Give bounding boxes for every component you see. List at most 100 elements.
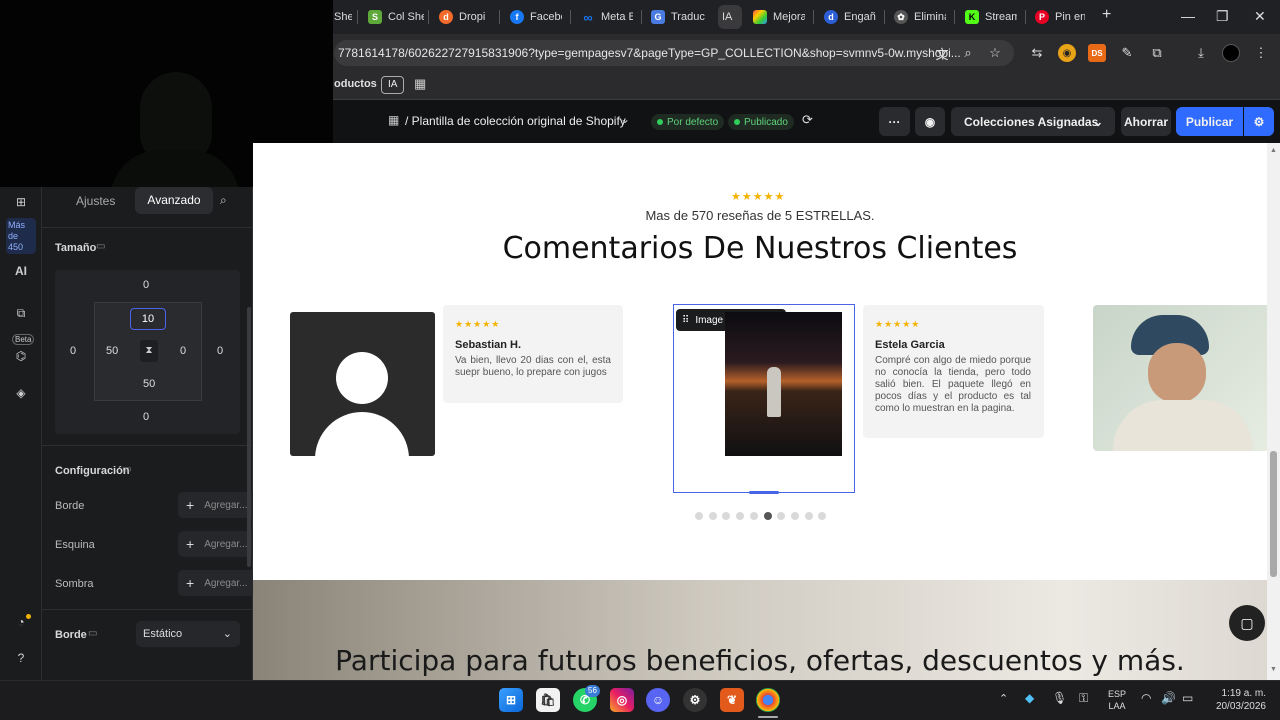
- browser-tab[interactable]: f Facebo: [510, 5, 562, 29]
- carousel-dot[interactable]: [736, 512, 745, 520]
- restore-icon[interactable]: ❐: [1216, 8, 1229, 25]
- eyedropper-icon[interactable]: ✎: [1118, 44, 1136, 62]
- volume-icon[interactable]: 🔊: [1161, 691, 1176, 705]
- browser-tab-active[interactable]: IA: [718, 5, 742, 29]
- carousel-dot[interactable]: [790, 512, 799, 520]
- chat-icon[interactable]: ▢: [1229, 605, 1265, 641]
- translate-page-icon[interactable]: 文: [933, 44, 951, 62]
- browser-tab[interactable]: G Traduct: [651, 5, 705, 29]
- browser-tab[interactable]: P Pin en: [1035, 5, 1085, 29]
- browser-tab[interactable]: K Stream: [965, 5, 1017, 29]
- margin-bottom-value[interactable]: 0: [143, 411, 149, 423]
- avatar-placeholder[interactable]: [290, 312, 435, 456]
- ai-icon[interactable]: AI: [12, 262, 30, 280]
- apps-grid-icon[interactable]: ▦: [414, 76, 426, 92]
- browser-tab[interactable]: d Engañ: [824, 5, 876, 29]
- wifi-icon[interactable]: ◠: [1141, 691, 1151, 705]
- scroll-up-icon[interactable]: ▲: [1270, 147, 1277, 154]
- bookmark-star-icon[interactable]: ☆: [986, 44, 1004, 62]
- extension-icon[interactable]: ⇆: [1028, 44, 1046, 62]
- sections-icon[interactable]: ⊞: [12, 193, 30, 211]
- scroll-thumb[interactable]: [1270, 451, 1277, 577]
- carousel-dot[interactable]: [722, 512, 731, 520]
- url-field[interactable]: 7781614178/602622727915831906?type=gempa…: [334, 40, 1014, 66]
- margin-left-value[interactable]: 0: [70, 345, 76, 357]
- panel-scrollbar[interactable]: [247, 307, 251, 567]
- preview-button[interactable]: ◉: [915, 107, 945, 136]
- browser-tab[interactable]: ✿ Elimina: [894, 5, 946, 29]
- input-language[interactable]: ESP LAA: [1108, 688, 1126, 712]
- search-icon[interactable]: ⌕: [220, 193, 227, 208]
- windows-start-icon[interactable]: ⊞: [499, 688, 523, 712]
- new-tab-button[interactable]: +: [1102, 6, 1111, 24]
- carousel-dot-active[interactable]: [763, 512, 772, 520]
- link-spacing-icon[interactable]: ⧗: [140, 340, 158, 362]
- tray-app-icon[interactable]: ◆: [1025, 691, 1034, 705]
- help-icon[interactable]: ?: [12, 649, 30, 667]
- tab-settings[interactable]: Ajustes: [76, 194, 115, 208]
- padding-bottom-value[interactable]: 50: [143, 378, 155, 390]
- close-window-icon[interactable]: ✕: [1254, 8, 1266, 25]
- add-placeholder: Agregar...: [204, 499, 248, 511]
- more-than-450-badge[interactable]: Más de 450: [6, 218, 36, 254]
- tab-label: Elimina: [914, 11, 946, 23]
- padding-left-value[interactable]: 50: [106, 345, 118, 357]
- store-icon[interactable]: 🛍: [536, 688, 560, 712]
- download-icon[interactable]: ⤓: [1192, 44, 1210, 62]
- profile-avatar[interactable]: [1222, 44, 1240, 62]
- browser-tab[interactable]: d Dropi: [439, 5, 491, 29]
- carousel-dot[interactable]: [818, 512, 827, 520]
- history-icon[interactable]: ⟳: [802, 112, 813, 128]
- extension-ds-icon[interactable]: DS: [1088, 44, 1106, 62]
- steam-icon[interactable]: ⚙: [683, 688, 707, 712]
- extensions-puzzle-icon[interactable]: ⧉: [1148, 44, 1166, 62]
- tray-chevron-icon[interactable]: ⌃: [999, 692, 1008, 705]
- battery-icon[interactable]: ▭: [1182, 691, 1193, 705]
- bookmark-productos[interactable]: oductos: [334, 78, 377, 90]
- layers-icon[interactable]: ◈: [12, 384, 30, 402]
- save-button[interactable]: Ahorrar: [1121, 107, 1171, 136]
- discord-icon[interactable]: ☺: [646, 688, 670, 712]
- margin-top-value[interactable]: 0: [143, 279, 149, 291]
- scroll-down-icon[interactable]: ▼: [1270, 666, 1277, 673]
- carousel-dot[interactable]: [708, 512, 717, 520]
- bookmark-ia[interactable]: IA: [381, 76, 405, 94]
- browser-tab[interactable]: Mejora: [753, 5, 805, 29]
- image-toolbar-label[interactable]: Image: [695, 315, 723, 326]
- publish-settings-button[interactable]: ⚙: [1244, 107, 1274, 136]
- browser-tab[interactable]: ∞ Meta B: [581, 5, 633, 29]
- assigned-collections-dropdown[interactable]: Colecciones Asignadas ⌄: [951, 107, 1115, 136]
- carousel-dot[interactable]: [804, 512, 813, 520]
- template-breadcrumb[interactable]: / Plantilla de colección original de Sho…: [405, 114, 626, 128]
- clock[interactable]: 1:19 a. m. 20/03/2026: [1208, 687, 1266, 713]
- zoom-icon[interactable]: ⌕: [959, 44, 977, 62]
- beta-tool-icon[interactable]: ⌬: [12, 347, 30, 365]
- resize-handle[interactable]: [749, 491, 779, 494]
- carousel-dot[interactable]: [695, 512, 703, 520]
- microphone-icon[interactable]: 🎙: [1052, 691, 1067, 705]
- minimize-icon[interactable]: —: [1181, 8, 1195, 24]
- selected-image-block[interactable]: ⠿ Image ▴ ⧉ 🗑: [673, 304, 855, 494]
- browser-tab[interactable]: She: [334, 5, 352, 29]
- chevron-down-icon[interactable]: ⌄: [620, 112, 630, 126]
- carousel-dot[interactable]: [777, 512, 786, 520]
- plus-icon: +: [186, 497, 195, 513]
- pages-icon[interactable]: ⧉: [12, 304, 30, 322]
- padding-right-value[interactable]: 0: [180, 345, 186, 357]
- publish-button[interactable]: Publicar: [1176, 107, 1243, 136]
- fl-studio-icon[interactable]: ❦: [720, 688, 744, 712]
- tray-accessibility-icon[interactable]: ⚿: [1079, 691, 1088, 706]
- more-options-button[interactable]: ···: [879, 107, 910, 136]
- chrome-icon[interactable]: [756, 688, 780, 712]
- browser-menu-icon[interactable]: ⋮: [1252, 44, 1270, 62]
- carousel-dot[interactable]: [749, 512, 758, 520]
- canvas-scrollbar[interactable]: ▲ ▼: [1267, 143, 1280, 680]
- border-style-select[interactable]: Estático ⌄: [136, 621, 240, 647]
- padding-top-input[interactable]: 10: [130, 308, 166, 330]
- browser-tab[interactable]: S Col She: [368, 5, 424, 29]
- drag-handle-icon[interactable]: ⠿: [682, 315, 689, 326]
- margin-right-value[interactable]: 0: [217, 345, 223, 357]
- extension-coin-icon[interactable]: ◉: [1058, 44, 1076, 62]
- instagram-icon[interactable]: ◎: [610, 688, 634, 712]
- tab-advanced[interactable]: Avanzado: [135, 187, 213, 214]
